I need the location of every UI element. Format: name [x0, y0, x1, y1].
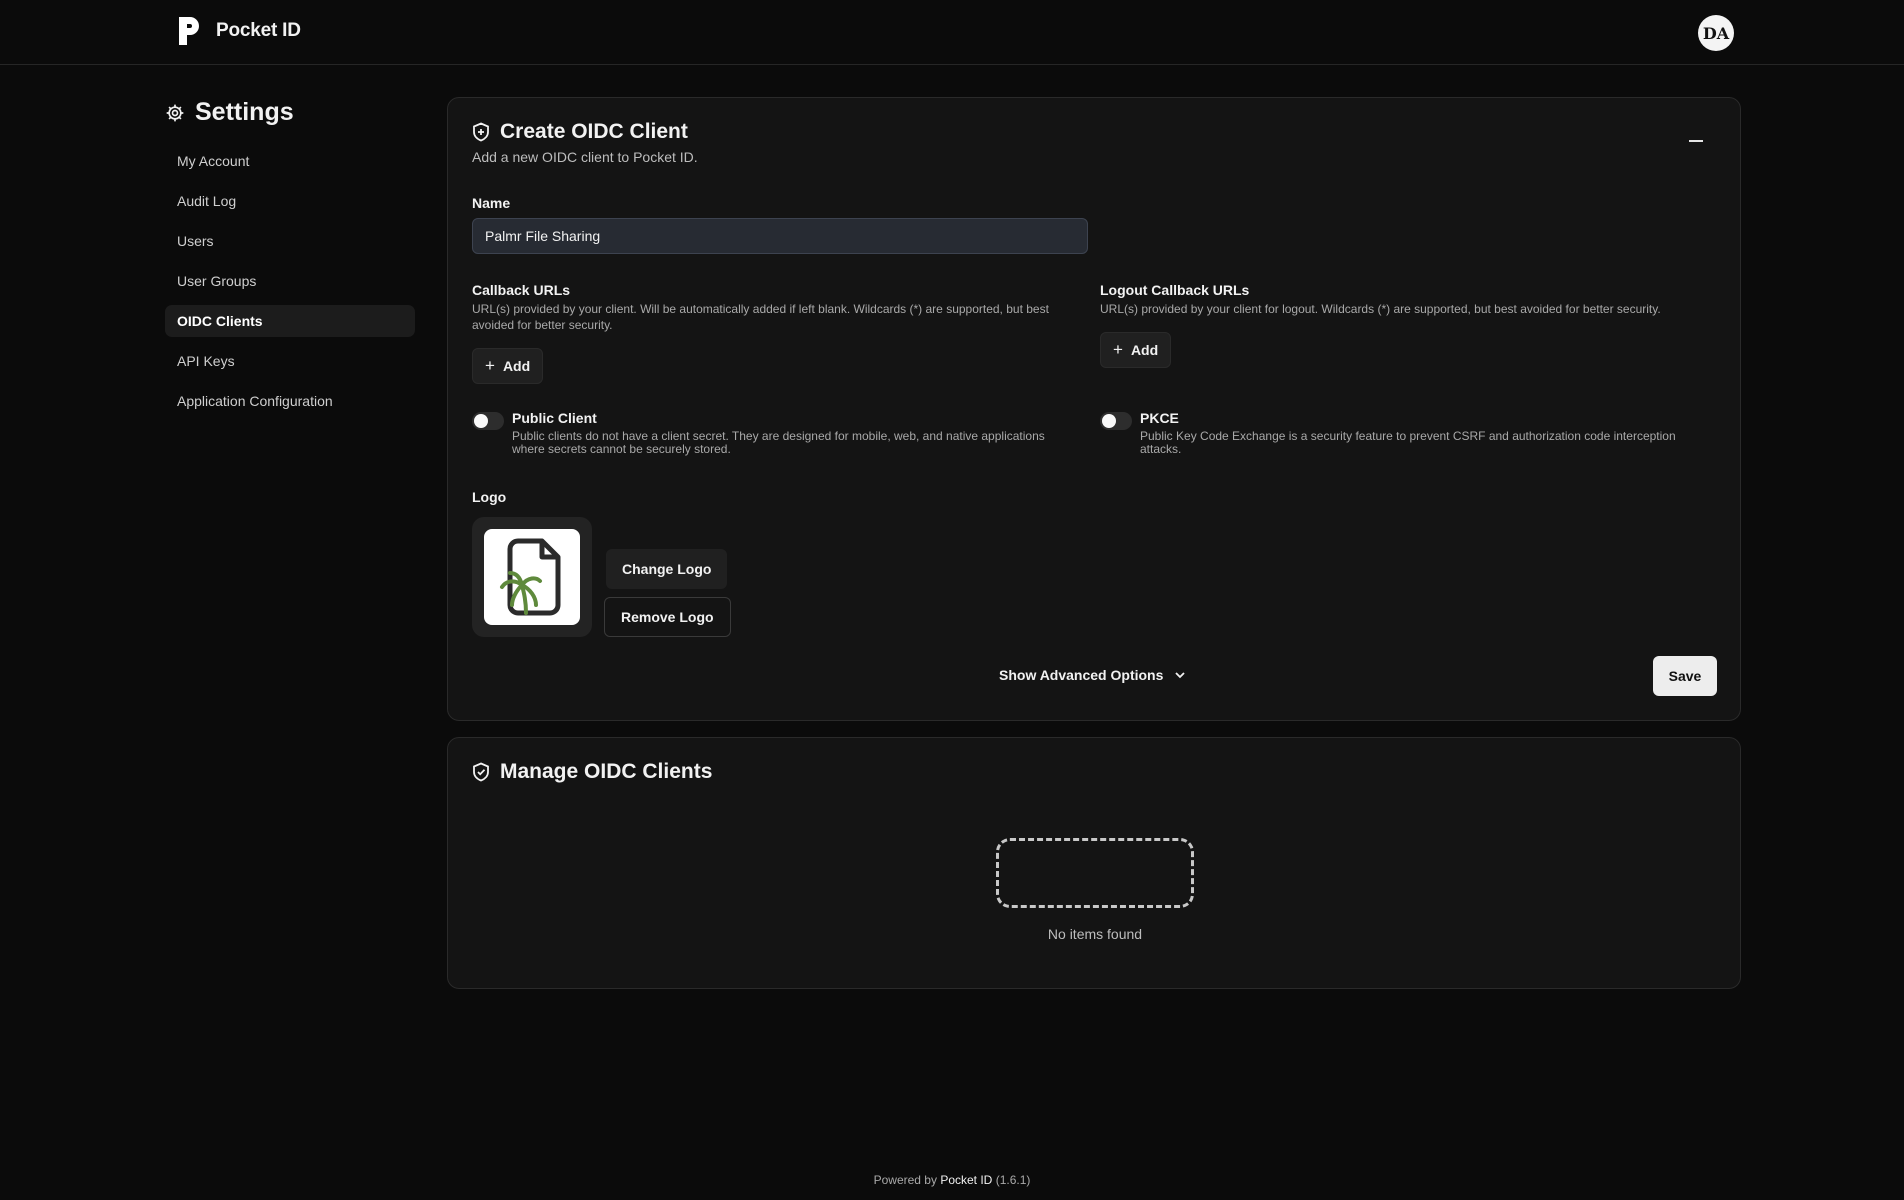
manage-card-header: Manage OIDC Clients	[472, 760, 712, 784]
name-label: Name	[472, 195, 511, 211]
palmr-file-logo-icon	[500, 538, 561, 616]
brand[interactable]: Pocket ID	[176, 14, 301, 48]
gear-icon	[166, 104, 184, 121]
sidebar-item-oidc-clients[interactable]: OIDC Clients	[165, 305, 415, 337]
show-advanced-options-label: Show Advanced Options	[999, 667, 1164, 683]
minus-icon	[1689, 140, 1703, 142]
logout-callback-urls-label: Logout Callback URLs	[1100, 282, 1250, 298]
toggle-knob	[474, 414, 488, 428]
empty-state-illustration	[996, 838, 1194, 908]
callback-urls-label: Callback URLs	[472, 282, 571, 298]
page-title: Settings	[195, 98, 294, 126]
chevron-down-icon	[1175, 672, 1186, 679]
create-card-subtitle: Add a new OIDC client to Pocket ID.	[472, 149, 698, 165]
footer-version: (1.6.1)	[995, 1173, 1031, 1187]
logo-label: Logo	[472, 489, 507, 505]
empty-state-text: No items found	[1047, 926, 1143, 942]
callback-urls-help: URL(s) provided by your client. Will be …	[472, 302, 1049, 332]
sidebar-item-users[interactable]: Users	[165, 225, 415, 257]
sidebar-item-my-account[interactable]: My Account	[165, 145, 415, 177]
top-bar: Pocket ID DA	[0, 0, 1904, 65]
create-card-title: Create OIDC Client	[500, 120, 688, 143]
sidebar-item-user-groups[interactable]: User Groups	[165, 265, 415, 297]
add-callback-url-button[interactable]: + Add	[472, 348, 544, 384]
add-logout-callback-url-button[interactable]: + Add	[1100, 332, 1172, 368]
brand-name: Pocket ID	[216, 20, 301, 41]
shield-plus-icon	[473, 122, 489, 142]
footer-brand-link[interactable]: Pocket ID	[940, 1173, 992, 1187]
pocket-id-logo-icon	[179, 17, 199, 45]
public-client-title: Public Client	[512, 410, 597, 426]
settings-heading: Settings	[165, 98, 294, 127]
sidebar-nav: My Account Audit Log Users User Groups O…	[165, 145, 415, 425]
logo-image	[484, 529, 580, 625]
show-advanced-options-button[interactable]: Show Advanced Options	[999, 667, 1187, 683]
pkce-toggle[interactable]	[1100, 412, 1132, 430]
sidebar-item-audit-log[interactable]: Audit Log	[165, 185, 415, 217]
add-callback-label: Add	[502, 358, 531, 374]
shield-check-icon	[473, 762, 489, 782]
plus-icon: +	[485, 356, 495, 375]
name-input[interactable]	[472, 218, 1088, 254]
sidebar-item-api-keys[interactable]: API Keys	[165, 345, 415, 377]
manage-oidc-clients-card: Manage OIDC Clients No items found	[447, 737, 1741, 989]
create-oidc-client-card: Create OIDC Client Add a new OIDC client…	[447, 97, 1741, 721]
create-card-header: Create OIDC Client	[472, 120, 688, 144]
collapse-button[interactable]	[1680, 129, 1712, 153]
footer: Powered by Pocket ID (1.6.1)	[0, 1173, 1904, 1187]
footer-prefix: Powered by	[873, 1173, 937, 1187]
sidebar-item-application-configuration[interactable]: Application Configuration	[165, 385, 415, 417]
pkce-help: Public Key Code Exchange is a security f…	[1140, 429, 1676, 456]
save-button[interactable]: Save	[1653, 656, 1717, 696]
change-logo-button[interactable]: Change Logo	[606, 549, 728, 589]
plus-icon: +	[1113, 340, 1123, 359]
public-client-toggle[interactable]	[472, 412, 504, 430]
pkce-title: PKCE	[1140, 410, 1179, 426]
logout-callback-urls-help: URL(s) provided by your client for logou…	[1100, 302, 1661, 316]
toggle-knob	[1102, 414, 1116, 428]
remove-logo-button[interactable]: Remove Logo	[604, 597, 731, 637]
add-logout-callback-label: Add	[1130, 342, 1159, 358]
public-client-help: Public clients do not have a client secr…	[512, 429, 1045, 456]
avatar[interactable]: DA	[1698, 15, 1734, 51]
manage-card-title: Manage OIDC Clients	[500, 760, 713, 783]
logo-preview	[472, 517, 592, 637]
